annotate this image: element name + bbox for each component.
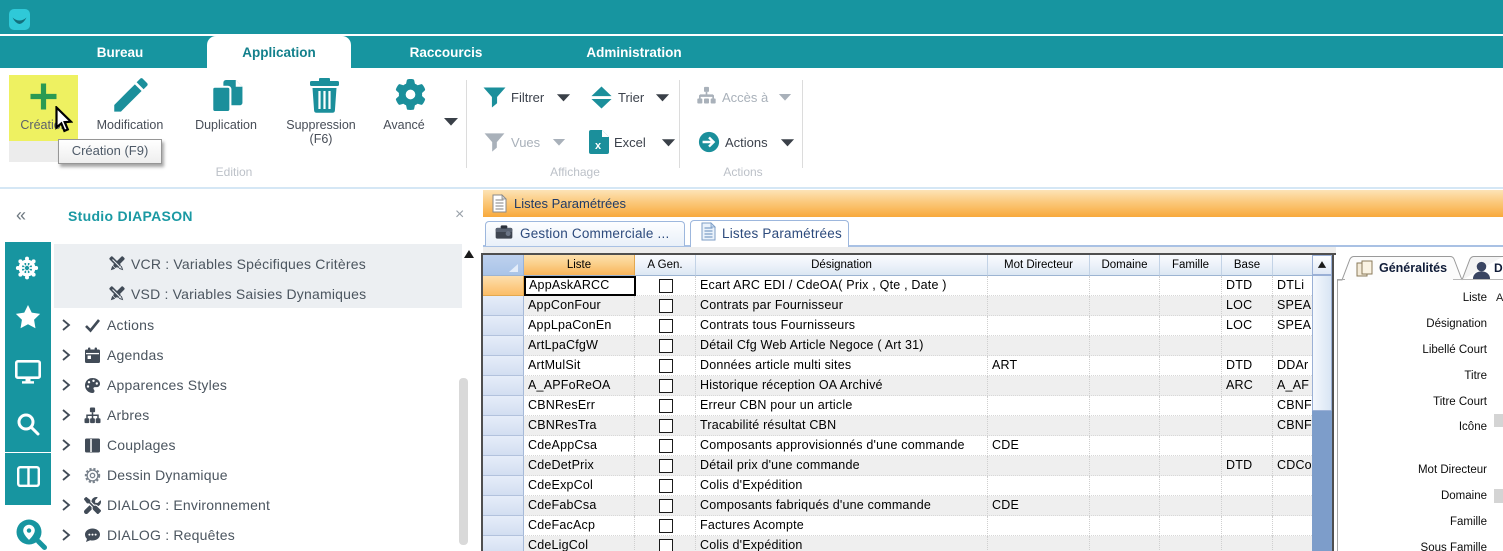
svg-text:x: x <box>595 140 602 152</box>
